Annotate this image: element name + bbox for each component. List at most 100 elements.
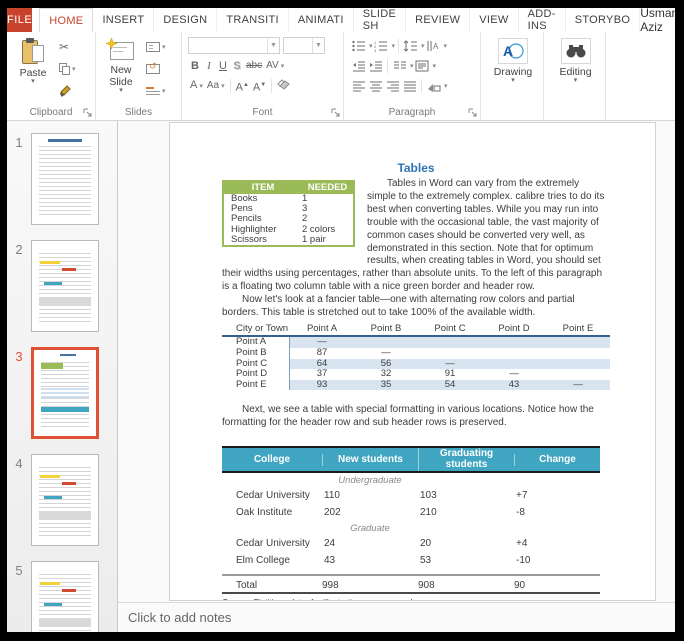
bullets-button[interactable] [350, 39, 367, 54]
college-total-row: Total99890890 [222, 574, 600, 594]
distance-header-cell: Point B [354, 323, 418, 335]
slide-thumbnail-3[interactable]: 3 [7, 347, 117, 439]
thumbnail-page[interactable] [31, 454, 99, 546]
format-painter-button[interactable] [59, 83, 76, 99]
tab-design[interactable]: DESIGN [154, 8, 217, 32]
section-button[interactable]: ▾ [146, 83, 166, 99]
layout-icon [146, 42, 160, 52]
thumbnail-decoration [40, 261, 60, 264]
college-subheader-label: Graduate [322, 523, 418, 535]
slide-thumbnail-5[interactable]: 5 [7, 561, 117, 632]
scissors-icon: ✂ [59, 40, 69, 54]
font-color-button[interactable]: A▾ [188, 77, 205, 95]
columns-button[interactable] [391, 59, 408, 74]
numbering-button[interactable]: 123 [373, 39, 390, 54]
thumbnail-decoration [62, 268, 76, 271]
increase-indent-button[interactable] [367, 59, 384, 74]
font-dialog-launcher-icon[interactable] [331, 108, 341, 118]
college-table[interactable]: CollegeNew studentsGraduating studentsCh… [222, 446, 600, 601]
slide-thumbnail-1[interactable]: 1 [7, 133, 117, 225]
thumbnail-page[interactable] [31, 561, 99, 632]
paste-button[interactable]: Paste ▾ [11, 36, 55, 102]
text-direction-button[interactable]: A [425, 39, 442, 54]
tab-transiti[interactable]: TRANSITI [217, 8, 289, 32]
align-center-button[interactable] [367, 79, 384, 94]
cut-button[interactable]: ✂ [59, 39, 76, 55]
tab-slide-sh[interactable]: SLIDE SH [354, 8, 406, 32]
powerpoint-window: FILE HOMEINSERTDESIGNTRANSITIANIMATISLID… [7, 8, 675, 632]
character-spacing-arrow[interactable]: ▾ [281, 63, 285, 70]
thumbnail-number: 1 [7, 133, 31, 225]
tab-add-ins[interactable]: ADD-INS [519, 8, 566, 32]
text-shadow-button[interactable]: S [230, 58, 244, 74]
tab-file[interactable]: FILE [7, 8, 32, 32]
italic-button[interactable]: I [202, 58, 216, 74]
font-group: ▼ ▼ B I U S abc AV▾ A▾ Aa▾ A▲ A▼ Font [182, 32, 344, 120]
drawing-group: A Drawing ▾ [481, 32, 544, 120]
editing-button[interactable]: Editing ▾ [551, 36, 601, 102]
convert-to-smartart-button[interactable] [425, 79, 442, 94]
new-slide-button[interactable]: New Slide ▾ [100, 36, 142, 102]
tab-storybo[interactable]: STORYBO [566, 8, 641, 32]
college-cell: -10 [514, 552, 600, 569]
slide-thumbnail-2[interactable]: 2 [7, 240, 117, 332]
increase-font-size-button[interactable]: A▲ [234, 77, 251, 96]
distance-value [482, 337, 546, 348]
tab-review[interactable]: REVIEW [406, 8, 470, 32]
align-left-button[interactable] [350, 79, 367, 94]
font-name-dropdown-arrow[interactable]: ▼ [267, 38, 279, 53]
align-text-button[interactable] [414, 59, 431, 74]
thumbnail-page[interactable] [31, 240, 99, 332]
new-slide-icon [106, 38, 136, 62]
clear-formatting-button[interactable] [275, 78, 292, 95]
line-spacing-button[interactable] [402, 39, 419, 54]
tab-home[interactable]: HOME [39, 8, 93, 32]
thumbnail-page[interactable] [31, 347, 99, 439]
college-cell: 110 [322, 487, 418, 504]
college-total-cell: 90 [514, 576, 600, 596]
reset-button[interactable]: ↺ [146, 61, 166, 77]
slide-canvas[interactable]: Tables ITEM NEEDED Books1Pens3Pencils2Hi… [169, 122, 656, 601]
thumbnail-decoration [44, 496, 62, 499]
thumbnail-decoration [40, 582, 60, 585]
align-right-button[interactable] [384, 79, 401, 94]
font-size-select[interactable]: ▼ [283, 37, 325, 54]
bold-button[interactable]: B [188, 58, 202, 74]
drawing-dropdown-arrow[interactable]: ▾ [511, 78, 515, 84]
distance-value: — [546, 380, 610, 391]
college-cell: 43 [322, 552, 418, 569]
justify-button[interactable] [401, 79, 418, 94]
paragraph-fancier-table[interactable]: Now let's look at a fancier table—one wi… [222, 294, 610, 320]
change-case-button[interactable]: Aa▾ [205, 78, 227, 95]
slide-thumbnail-4[interactable]: 4 [7, 454, 117, 546]
college-total-cell: 908 [418, 576, 514, 596]
distance-header-cell: Point A [290, 323, 354, 335]
decrease-indent-button[interactable] [350, 59, 367, 74]
editing-dropdown-arrow[interactable]: ▾ [574, 78, 578, 84]
tab-animati[interactable]: ANIMATI [289, 8, 354, 32]
underline-button[interactable]: U [216, 58, 230, 74]
drawing-button[interactable]: A Drawing ▾ [487, 36, 539, 102]
tab-list: HOMEINSERTDESIGNTRANSITIANIMATISLIDE SHR… [39, 8, 640, 32]
copy-button[interactable]: ▾ [59, 61, 76, 77]
font-size-dropdown-arrow[interactable]: ▼ [312, 38, 324, 53]
new-slide-dropdown-arrow[interactable]: ▾ [119, 88, 123, 94]
decrease-font-size-button[interactable]: A▼ [251, 77, 268, 96]
font-name-select[interactable]: ▼ [188, 37, 280, 54]
thumbnail-page[interactable] [31, 133, 99, 225]
paragraph-dialog-launcher-icon[interactable] [468, 108, 478, 118]
tab-insert[interactable]: INSERT [93, 8, 154, 32]
distance-row: Point E93355443— [222, 380, 610, 391]
notes-pane[interactable]: Click to add notes [118, 602, 675, 632]
slide-heading[interactable]: Tables [222, 161, 610, 175]
account-user-name[interactable]: Usman Aziz [640, 8, 675, 32]
strikethrough-button[interactable]: abc [244, 58, 264, 74]
paragraph-special-formatting[interactable]: Next, we see a table with special format… [222, 404, 610, 430]
layout-button[interactable]: ▾ [146, 39, 166, 55]
paste-dropdown-arrow[interactable]: ▾ [31, 79, 35, 85]
character-spacing-button[interactable]: AV▾ [264, 58, 286, 75]
supplies-table[interactable]: ITEM NEEDED Books1Pens3Pencils2Highlight… [222, 180, 355, 247]
distance-table[interactable]: City or TownPoint APoint BPoint CPoint D… [222, 323, 610, 390]
clipboard-dialog-launcher-icon[interactable] [83, 108, 93, 118]
tab-view[interactable]: VIEW [470, 8, 518, 32]
